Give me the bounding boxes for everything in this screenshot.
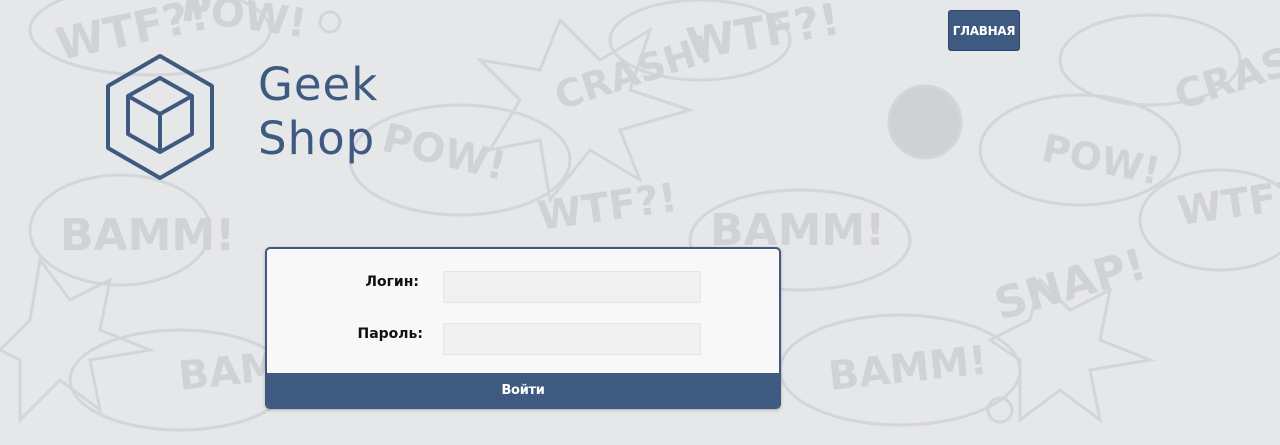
login-submit-button[interactable]: Войти bbox=[267, 373, 779, 407]
password-row: Пароль: bbox=[267, 323, 779, 355]
logo-line-geek: Geek bbox=[258, 58, 379, 111]
svg-text:BAMM!: BAMM! bbox=[60, 210, 235, 261]
svg-text:BAMM!: BAMM! bbox=[826, 338, 989, 400]
svg-text:CRASH!: CRASH! bbox=[1169, 23, 1280, 120]
svg-text:POW!: POW! bbox=[1038, 126, 1164, 194]
cube-icon bbox=[106, 54, 214, 180]
password-input[interactable] bbox=[443, 323, 701, 355]
svg-text:SNAP!: SNAP! bbox=[989, 239, 1152, 331]
login-row: Логин: bbox=[267, 271, 779, 303]
password-label: Пароль: bbox=[357, 326, 423, 342]
login-label: Логин: bbox=[365, 274, 419, 290]
logo-text: Geek Shop bbox=[258, 58, 378, 166]
site-logo[interactable]: Geek Shop bbox=[104, 52, 404, 184]
home-button[interactable]: ГЛАВНАЯ bbox=[948, 10, 1020, 51]
logo-line-shop: Shop bbox=[258, 112, 376, 165]
svg-text:WTF?!: WTF?! bbox=[1175, 170, 1280, 235]
login-form: Логин: Пароль: Войти bbox=[265, 247, 781, 409]
login-input[interactable] bbox=[443, 271, 701, 303]
